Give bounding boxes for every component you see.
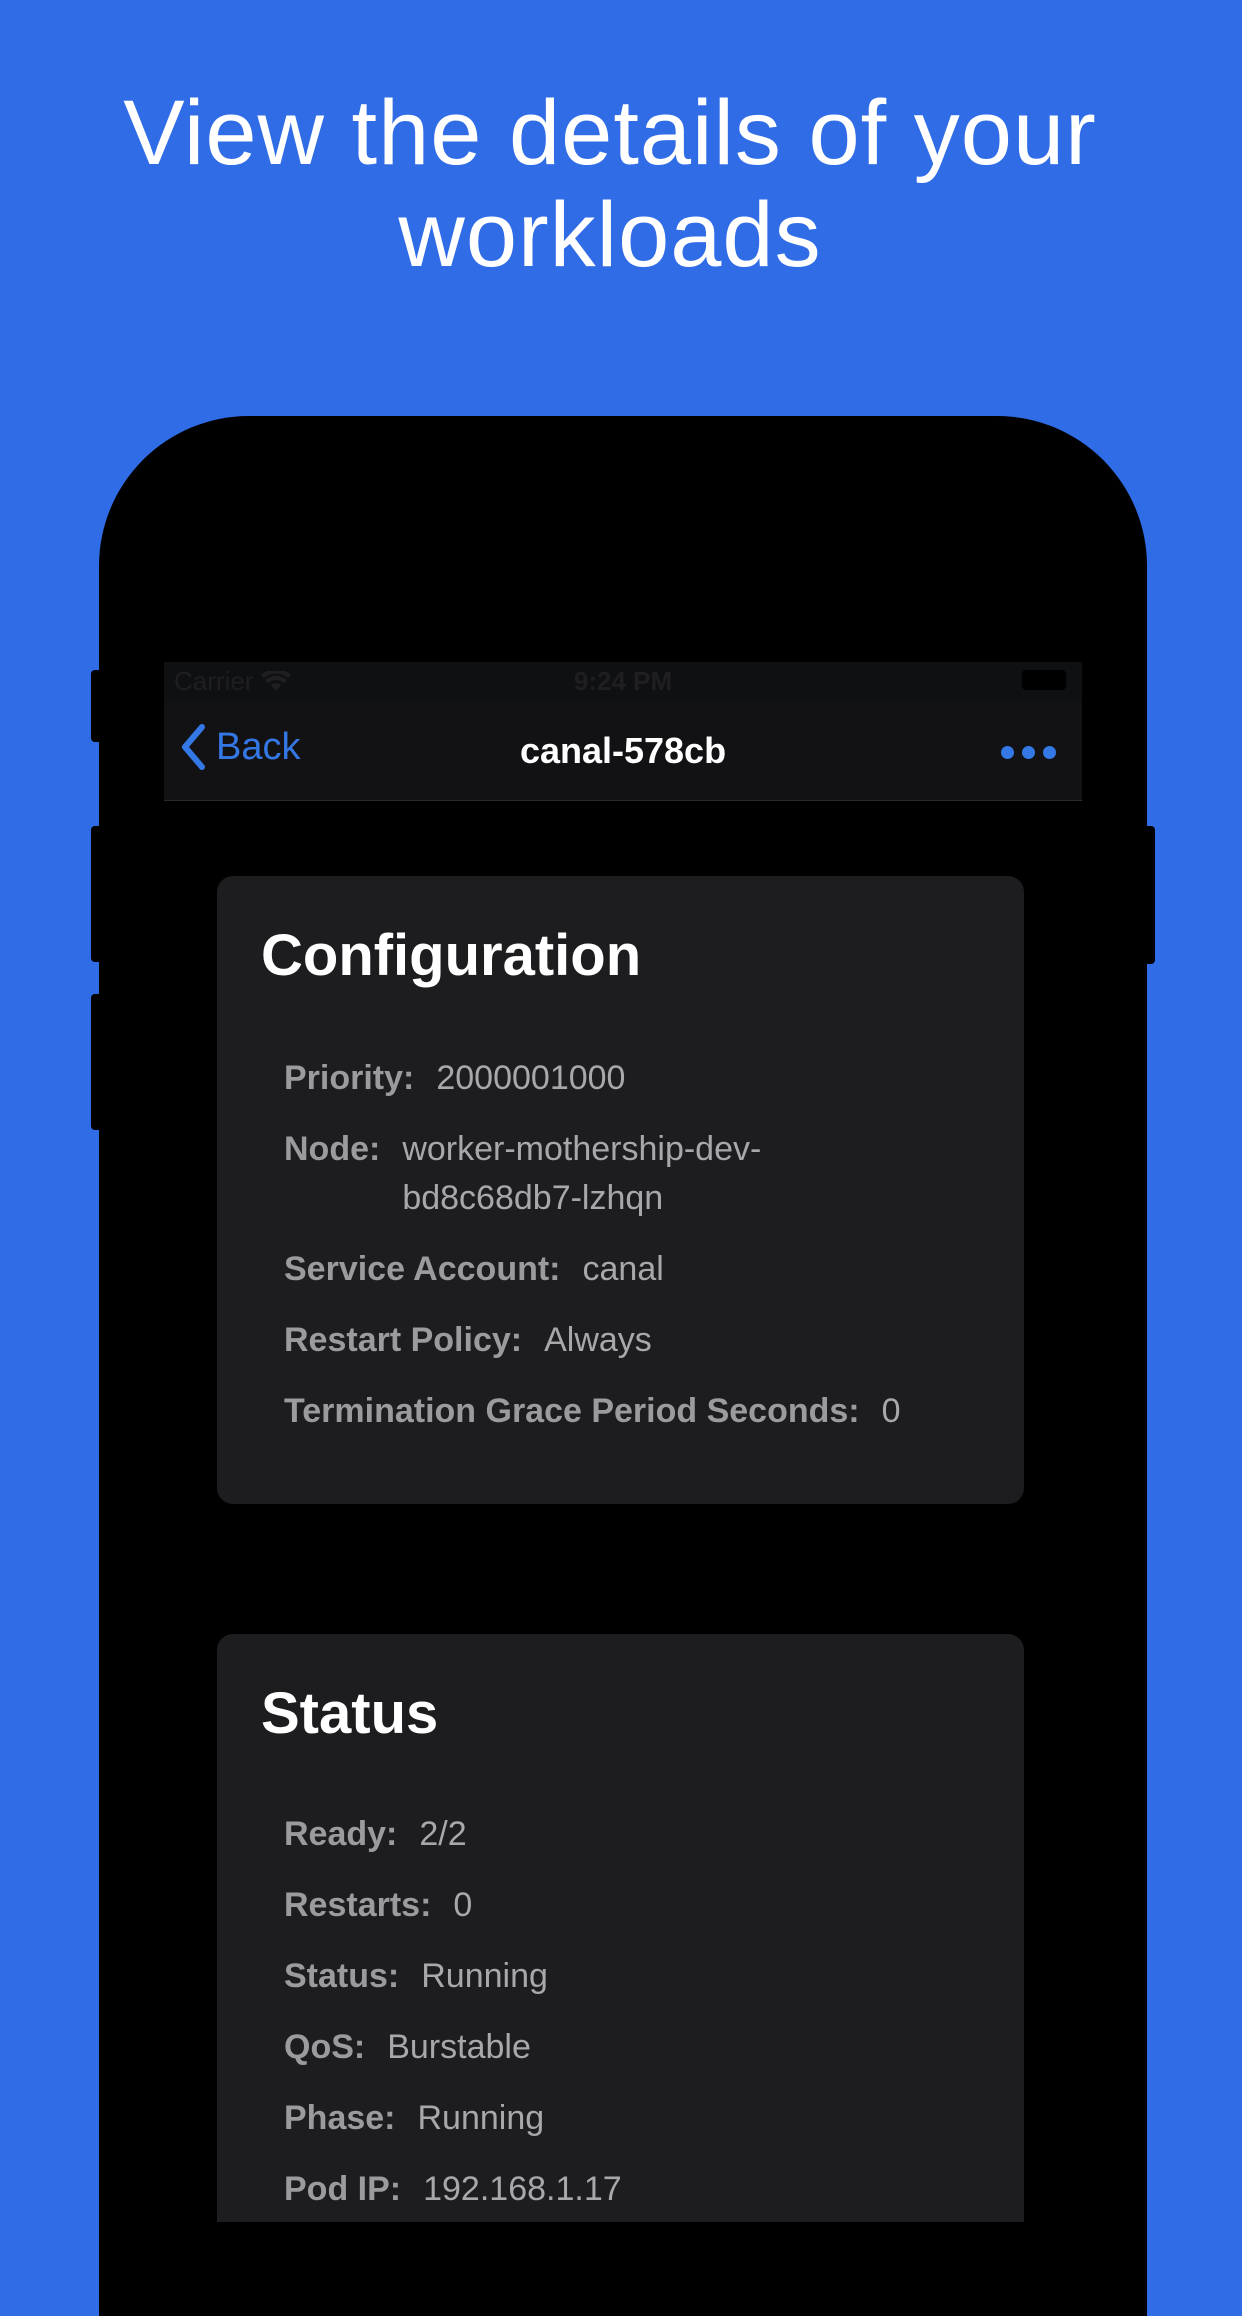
detail-key: Service Account:: [284, 1250, 561, 1288]
configuration-details: Priority: 2000001000 Node: worker-mother…: [284, 1054, 984, 1458]
detail-value: Running: [421, 1957, 548, 1995]
detail-row-phase: Phase: Running: [284, 2094, 984, 2143]
detail-value: 192.168.1.17: [423, 2170, 622, 2208]
status-title: Status: [261, 1681, 439, 1746]
ellipsis-dot-icon: [1001, 746, 1014, 759]
phone-silent-switch: [91, 670, 103, 742]
detail-value: 2000001000: [436, 1059, 626, 1097]
ellipsis-dot-icon: [1022, 746, 1035, 759]
detail-row-restarts: Restarts: 0: [284, 1881, 984, 1930]
detail-row-service-account: Service Account: canal: [284, 1245, 984, 1294]
detail-key: Pod IP:: [284, 2170, 402, 2208]
phone-volume-down-button: [91, 994, 103, 1130]
detail-key: Node:: [284, 1130, 381, 1168]
detail-row-qos: QoS: Burstable: [284, 2023, 984, 2072]
detail-key: Ready:: [284, 1815, 398, 1853]
detail-value: Always: [544, 1321, 652, 1359]
phone-volume-up-button: [91, 826, 103, 962]
detail-key: Priority:: [284, 1059, 415, 1097]
phone-power-button: [1143, 826, 1155, 964]
detail-row-ready: Ready: 2/2: [284, 1810, 984, 1859]
detail-value: worker-mothership-dev-bd8c68db7-lzhqn: [402, 1130, 762, 1217]
detail-key: QoS:: [284, 2028, 366, 2066]
detail-row-status: Status: Running: [284, 1952, 984, 2001]
configuration-title: Configuration: [261, 923, 642, 988]
detail-key: Restarts:: [284, 1886, 432, 1924]
detail-row-restart-policy: Restart Policy: Always: [284, 1316, 984, 1365]
status-details: Ready: 2/2 Restarts: 0 Status: Running Q…: [284, 1810, 984, 2222]
detail-value: canal: [582, 1250, 664, 1288]
detail-value: Burstable: [387, 2028, 531, 2066]
detail-value: Running: [417, 2099, 545, 2137]
detail-value: 0: [881, 1392, 901, 1430]
navigation-bar: Back canal-578cb: [164, 702, 1082, 801]
detail-key: Status:: [284, 1957, 400, 1995]
status-bar: Carrier 9:24 PM: [164, 662, 1082, 702]
phone-screen: Carrier 9:24 PM Back canal-578cb Configu…: [164, 662, 1082, 2222]
configuration-card: Configuration Priority: 2000001000 Node:…: [217, 876, 1024, 1504]
status-bar-time: 9:24 PM: [573, 666, 673, 696]
detail-key: Termination Grace Period Seconds:: [284, 1392, 860, 1430]
headline-line-2: workloads: [398, 184, 822, 286]
ellipsis-dot-icon: [1043, 746, 1056, 759]
detail-value: 2/2: [419, 1815, 467, 1853]
detail-row-node: Node: worker-mothership-dev-bd8c68db7-lz…: [284, 1125, 984, 1223]
detail-row-priority: Priority: 2000001000: [284, 1054, 984, 1103]
detail-value: 0: [453, 1886, 473, 1924]
page-title: canal-578cb: [519, 730, 727, 771]
status-card: Status Ready: 2/2 Restarts: 0 Status: Ru…: [217, 1634, 1024, 2222]
more-options-button[interactable]: [1001, 746, 1056, 759]
headline-line-1: View the details of your: [123, 82, 1097, 184]
detail-key: Phase:: [284, 2099, 396, 2137]
detail-row-termination-grace: Termination Grace Period Seconds: 0: [284, 1387, 984, 1436]
detail-row-pod-ip: Pod IP: 192.168.1.17: [284, 2165, 984, 2214]
detail-key: Restart Policy:: [284, 1321, 523, 1359]
promo-headline: View the details of your workloads: [0, 82, 1220, 286]
battery-icon: [1022, 670, 1066, 690]
